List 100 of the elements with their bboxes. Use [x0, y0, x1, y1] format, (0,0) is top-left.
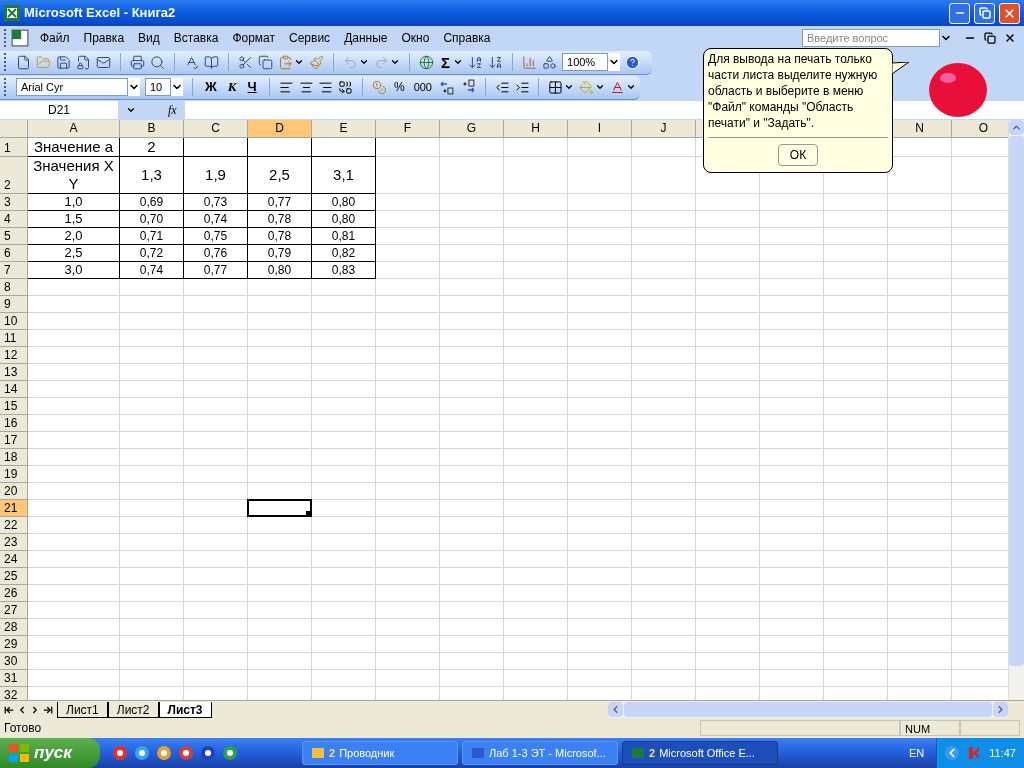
row-header[interactable]: 27	[0, 602, 28, 619]
row-header[interactable]: 18	[0, 449, 28, 466]
row-header[interactable]: 5	[0, 228, 28, 245]
scroll-right-icon[interactable]	[993, 702, 1008, 717]
quick-launch-icon[interactable]	[112, 745, 128, 761]
restore-button[interactable]	[974, 2, 995, 24]
sort-ascending-icon[interactable]	[468, 54, 483, 70]
thousands-button[interactable]: 000	[411, 78, 434, 96]
menu-item[interactable]: Справка	[436, 29, 498, 47]
help-search-field[interactable]: Введите вопрос	[802, 29, 940, 47]
research-icon[interactable]	[204, 54, 219, 70]
folder-icon[interactable]	[311, 746, 325, 760]
horizontal-scrollbar[interactable]	[608, 701, 1008, 718]
row-header[interactable]: 6	[0, 245, 28, 262]
menu-item[interactable]: Сервис	[282, 29, 338, 47]
taskbar-button[interactable]: 2 Проводник	[302, 741, 458, 765]
quick-launch-icon[interactable]	[200, 745, 216, 761]
menu-item[interactable]: Окно	[394, 29, 437, 47]
save-icon[interactable]	[56, 54, 71, 70]
menu-item[interactable]: Вставка	[166, 29, 226, 47]
row-header[interactable]: 32	[0, 687, 28, 700]
column-header[interactable]: J	[632, 120, 696, 138]
column-header[interactable]: F	[376, 120, 440, 138]
row-header[interactable]: 25	[0, 568, 28, 585]
fill-color-icon[interactable]	[579, 79, 595, 95]
quick-launch-icon[interactable]	[156, 745, 172, 761]
merge-center-icon[interactable]	[338, 79, 354, 95]
sort-descending-icon[interactable]	[488, 54, 503, 70]
toolbar-grip[interactable]	[4, 78, 7, 96]
column-header[interactable]: E	[312, 120, 376, 138]
row-header[interactable]: 8	[0, 279, 28, 296]
document-icon[interactable]	[471, 746, 485, 760]
flag-icon[interactable]	[8, 743, 30, 763]
font-color-icon[interactable]	[610, 79, 625, 95]
minimize-button[interactable]	[949, 2, 970, 24]
column-header[interactable]: A	[28, 120, 120, 138]
antivirus-icon[interactable]	[967, 746, 982, 760]
scrollbar-thumb[interactable]	[624, 702, 992, 717]
copy-icon[interactable]	[258, 54, 273, 70]
chart-icon[interactable]	[522, 54, 537, 70]
next-sheet-icon[interactable]	[30, 704, 40, 715]
row-header[interactable]: 15	[0, 398, 28, 415]
spreadsheet-icon[interactable]	[11, 29, 29, 47]
row-header[interactable]: 28	[0, 619, 28, 636]
sheet-tab[interactable]: Лист3	[158, 702, 212, 718]
row-header[interactable]: 17	[0, 432, 28, 449]
currency-icon[interactable]	[372, 79, 387, 95]
column-header[interactable]: H	[504, 120, 568, 138]
column-header[interactable]: O	[952, 120, 1008, 138]
font-dropdown[interactable]: Arial Cyr	[16, 78, 128, 96]
taskbar-button[interactable]: 2 Microsoft Office E...	[622, 741, 778, 765]
assistant-icon[interactable]	[928, 62, 988, 118]
help-icon[interactable]	[625, 54, 640, 70]
row-header[interactable]: 20	[0, 483, 28, 500]
taskbar-button[interactable]: Лаб 1-3 ЭТ - Microsof...	[462, 741, 618, 765]
autosum-button[interactable]: Σ	[439, 54, 452, 70]
row-header[interactable]: 29	[0, 636, 28, 653]
row-header[interactable]: 16	[0, 415, 28, 432]
function-button[interactable]: fx	[168, 101, 177, 119]
row-header[interactable]: 22	[0, 517, 28, 534]
new-document-icon[interactable]	[16, 54, 31, 70]
row-header[interactable]: 1	[0, 138, 28, 157]
row-header[interactable]: 23	[0, 534, 28, 551]
increase-decimal-icon[interactable]	[439, 79, 455, 95]
italic-button[interactable]: К	[224, 77, 240, 97]
cut-icon[interactable]	[238, 54, 253, 70]
font-size-dropdown[interactable]: 10	[145, 78, 171, 96]
column-header[interactable]: C	[184, 120, 248, 138]
quick-launch-icon[interactable]	[222, 745, 238, 761]
row-header[interactable]: 26	[0, 585, 28, 602]
row-header[interactable]: 2	[0, 157, 28, 194]
quick-launch-icon[interactable]	[178, 745, 194, 761]
close-icon[interactable]	[1004, 32, 1016, 44]
show-hidden-icons-icon[interactable]	[945, 746, 960, 760]
scroll-up-icon[interactable]	[1009, 120, 1024, 135]
print-icon[interactable]	[130, 54, 145, 70]
restore-icon[interactable]	[984, 32, 996, 44]
percent-button[interactable]: %	[391, 78, 407, 96]
permission-icon[interactable]	[76, 54, 91, 70]
sheet-tab[interactable]: Лист2	[107, 702, 159, 718]
format-painter-icon[interactable]	[309, 54, 324, 70]
row-header[interactable]: 10	[0, 313, 28, 330]
scroll-left-icon[interactable]	[608, 702, 623, 717]
row-header[interactable]: 19	[0, 466, 28, 483]
print-preview-icon[interactable]	[150, 54, 165, 70]
row-header[interactable]: 12	[0, 347, 28, 364]
menu-item[interactable]: Формат	[225, 29, 283, 47]
mail-icon[interactable]	[96, 54, 111, 70]
name-box[interactable]: D21	[0, 101, 118, 119]
row-header[interactable]: 21	[0, 500, 28, 517]
underline-button[interactable]: Ч	[244, 77, 260, 97]
row-header[interactable]: 30	[0, 653, 28, 670]
borders-icon[interactable]	[548, 79, 564, 95]
first-sheet-icon[interactable]	[4, 704, 14, 715]
language-indicator[interactable]: EN	[909, 744, 925, 762]
spelling-icon[interactable]	[184, 54, 199, 70]
open-folder-icon[interactable]	[36, 54, 51, 70]
sheet-tab[interactable]: Лист1	[57, 702, 108, 718]
ok-button[interactable]: ОК	[778, 144, 818, 166]
drawing-icon[interactable]	[542, 54, 557, 70]
